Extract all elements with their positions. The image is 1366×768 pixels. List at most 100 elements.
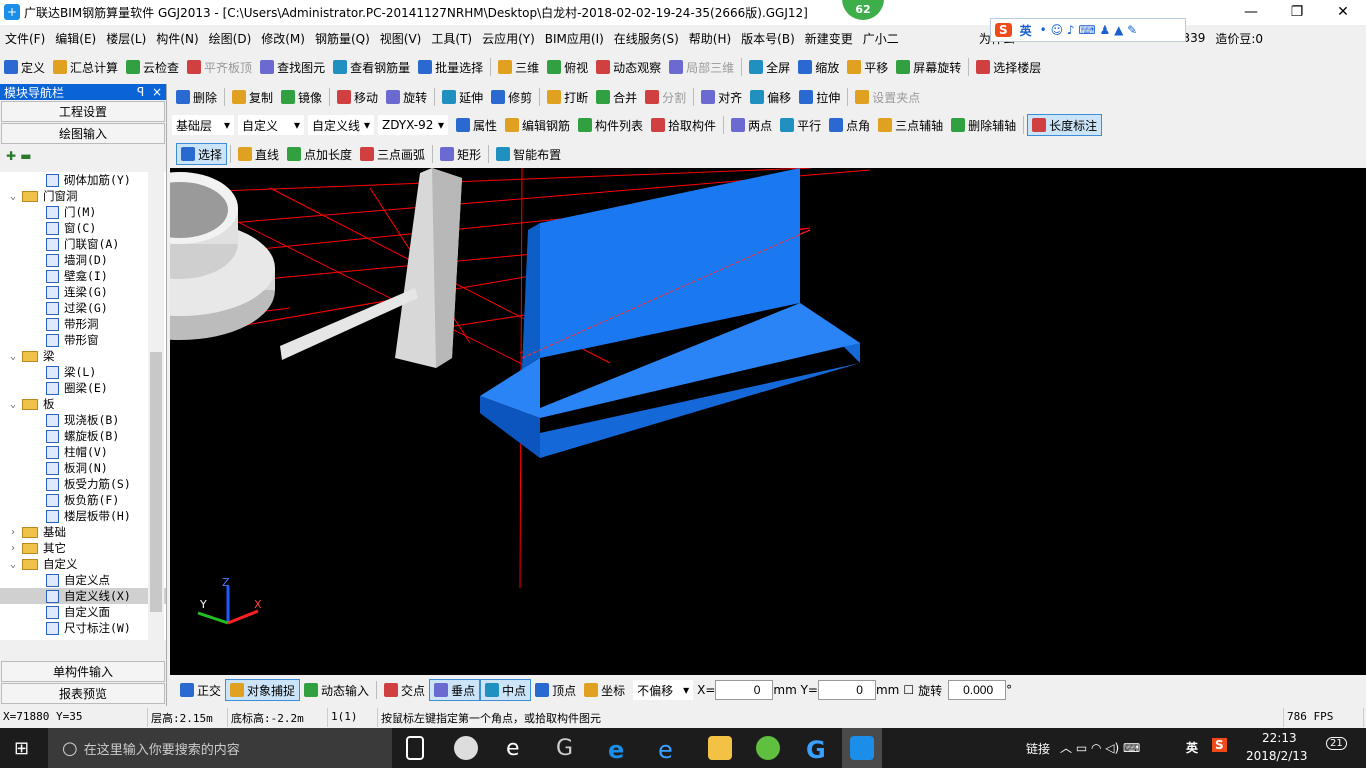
ie-blue-icon[interactable]: e	[658, 736, 682, 764]
component-select[interactable]: ZDYX-92 ▾	[378, 115, 448, 135]
tb1-button-8[interactable]: 俯视	[543, 56, 592, 78]
ime-lang[interactable]: 英	[1020, 22, 1032, 39]
taskbar-search[interactable]: ○ 在这里输入你要搜索的内容	[48, 728, 392, 768]
tb5-button-2[interactable]: 动态输入	[300, 679, 373, 701]
tb3-button-4[interactable]: 两点	[727, 114, 776, 136]
tree-item[interactable]: 连梁(G)	[0, 284, 166, 300]
rotate-checkbox[interactable]: ☐	[903, 683, 914, 697]
task-view-icon[interactable]	[406, 736, 424, 760]
tree-item[interactable]: 过梁(G)	[0, 300, 166, 316]
tb2-button-3[interactable]: 移动	[333, 86, 382, 108]
3d-scene[interactable]: Z Y X	[85, 167, 1366, 675]
glodon-g-icon[interactable]: G	[806, 736, 830, 764]
menu-item-1[interactable]: 编辑(E)	[50, 30, 101, 47]
tree-item[interactable]: 板洞(N)	[0, 460, 166, 476]
tb2-button-7[interactable]: 打断	[543, 86, 592, 108]
tb5-button-3[interactable]: 交点	[380, 679, 429, 701]
project-settings-button[interactable]: 工程设置	[1, 101, 165, 122]
tree-item[interactable]: 自定义线(X)	[0, 588, 166, 604]
report-preview-button[interactable]: 报表预览	[1, 683, 165, 704]
edge-icon[interactable]: e	[608, 736, 632, 764]
tb3-button-0[interactable]: 属性	[452, 114, 501, 136]
tb5-button-6[interactable]: 顶点	[531, 679, 580, 701]
tree-item[interactable]: 螺旋板(B)	[0, 428, 166, 444]
close-button[interactable]: ✕	[1320, 0, 1366, 25]
menu-item-3[interactable]: 构件(N)	[151, 30, 203, 47]
tree-item[interactable]: 自定义点	[0, 572, 166, 588]
menu-item-15[interactable]: 广小二	[858, 30, 904, 47]
tree-item[interactable]: 板负筋(F)	[0, 492, 166, 508]
tb3-button-3[interactable]: 拾取构件	[647, 114, 720, 136]
menu-item-9[interactable]: 云应用(Y)	[477, 30, 540, 47]
tb4-button-2[interactable]: 点加长度	[283, 143, 356, 165]
file-explorer-icon[interactable]	[708, 736, 732, 760]
tb1-button-13[interactable]: 平移	[843, 56, 892, 78]
tb3-button-1[interactable]: 编辑钢筋	[501, 114, 574, 136]
tree-item[interactable]: 板受力筋(S)	[0, 476, 166, 492]
tree-item[interactable]: ⌄ 门窗洞	[0, 188, 166, 204]
panel-close-icon[interactable]: ×	[152, 85, 162, 99]
tb2-button-2[interactable]: 镜像	[277, 86, 326, 108]
chevron-down-icon[interactable]: ⌄	[10, 559, 22, 570]
chevron-right-icon[interactable]: ›	[10, 527, 22, 538]
menu-item-12[interactable]: 帮助(H)	[684, 30, 736, 47]
tb2-button-9[interactable]: 分割	[641, 86, 690, 108]
3d-viewport[interactable]: Z Y X	[85, 167, 1366, 675]
pin-icon[interactable]: ꟼ	[137, 85, 144, 99]
tb3-button-2[interactable]: 构件列表	[574, 114, 647, 136]
tree-item[interactable]: 门(M)	[0, 204, 166, 220]
tb4-button-0[interactable]: 选择	[176, 143, 228, 165]
tb2-button-12[interactable]: 拉伸	[795, 86, 844, 108]
x-input[interactable]	[715, 680, 774, 700]
tb5-button-1[interactable]: 对象捕捉	[225, 679, 301, 701]
tree-item[interactable]: ⌄ 梁	[0, 348, 166, 364]
tb4-button-3[interactable]: 三点画弧	[356, 143, 429, 165]
tb1-button-1[interactable]: 汇总计算	[49, 56, 122, 78]
tree-item[interactable]: 窗(C)	[0, 220, 166, 236]
tree-item[interactable]: 现浇板(B)	[0, 412, 166, 428]
tree-item[interactable]: 圈梁(E)	[0, 380, 166, 396]
tb1-button-0[interactable]: 定义	[0, 56, 49, 78]
tb1-button-10[interactable]: 局部三维	[665, 56, 738, 78]
tb1-button-12[interactable]: 缩放	[794, 56, 843, 78]
tb2-button-6[interactable]: 修剪	[487, 86, 536, 108]
tb3-button-9[interactable]: 长度标注	[1027, 114, 1103, 136]
tb1-button-11[interactable]: 全屏	[745, 56, 794, 78]
chevron-down-icon[interactable]: ⌄	[10, 191, 22, 202]
tb3-button-6[interactable]: 点角	[825, 114, 874, 136]
tree-item[interactable]: 自定义面	[0, 604, 166, 620]
notification-center[interactable]: 21	[1326, 737, 1347, 750]
tb5-button-5[interactable]: 中点	[480, 679, 532, 701]
tb2-button-8[interactable]: 合并	[592, 86, 641, 108]
menu-item-11[interactable]: 在线服务(S)	[609, 30, 684, 47]
toolbar-link[interactable]: 链接	[1026, 740, 1050, 757]
tree-item[interactable]: 尺寸标注(W)	[0, 620, 166, 636]
tb1-button-14[interactable]: 屏幕旋转	[892, 56, 965, 78]
chevron-right-icon[interactable]: ›	[10, 543, 22, 554]
tree-item[interactable]: › 其它	[0, 540, 166, 556]
tb1-button-15[interactable]: 选择楼层	[972, 56, 1045, 78]
single-component-input-button[interactable]: 单构件输入	[1, 661, 165, 682]
tree-item[interactable]: 梁(L)	[0, 364, 166, 380]
tree-item[interactable]: ⌄ 板	[0, 396, 166, 412]
maximize-button[interactable]: ❐	[1274, 0, 1320, 25]
chevron-down-icon[interactable]: ⌄	[10, 351, 22, 362]
tree-item[interactable]: 带形洞	[0, 316, 166, 332]
tb1-button-7[interactable]: 三维	[494, 56, 543, 78]
menu-item-5[interactable]: 修改(M)	[256, 30, 310, 47]
tb3-button-8[interactable]: 删除辅轴	[947, 114, 1020, 136]
tb3-button-5[interactable]: 平行	[776, 114, 825, 136]
tb5-button-7[interactable]: 坐标	[580, 679, 629, 701]
clock-time[interactable]: 22:13	[1262, 731, 1297, 745]
tree-item[interactable]: 楼层板带(H)	[0, 508, 166, 524]
menu-item-8[interactable]: 工具(T)	[426, 30, 477, 47]
ime-icons[interactable]: • ☺ ♪ ⌨ ♟ ▲ ✎	[1040, 23, 1138, 37]
tb2-button-0[interactable]: 删除	[172, 86, 221, 108]
category-select[interactable]: 自定义 ▾	[238, 115, 304, 135]
menu-item-6[interactable]: 钢筋量(Q)	[310, 30, 375, 47]
tb2-button-1[interactable]: 复制	[228, 86, 277, 108]
windows-start-icon[interactable]: ⊞	[14, 738, 29, 759]
clock-date[interactable]: 2018/2/13	[1246, 749, 1308, 763]
floor-select[interactable]: 基础层 ▾	[172, 115, 234, 135]
browser-green-icon[interactable]	[756, 736, 780, 760]
